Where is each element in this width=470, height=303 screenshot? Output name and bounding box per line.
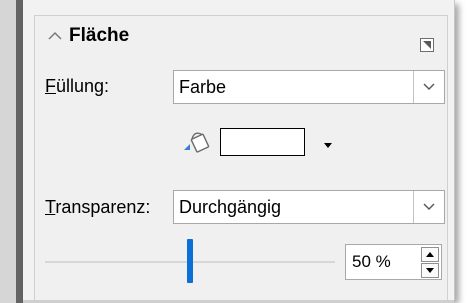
window-left-border [0, 0, 16, 303]
dropdown-triangle-icon[interactable] [324, 143, 332, 148]
sidebar-splitter[interactable] [16, 0, 23, 303]
properties-panel: Fläche Füllung: Farbe Transparenz: Durch… [23, 0, 455, 301]
chevron-down-icon[interactable] [413, 71, 444, 103]
paint-bucket-icon[interactable] [182, 126, 212, 156]
transparency-spinner-value: 50 % [352, 252, 391, 271]
area-section: Fläche Füllung: Farbe Transparenz: Durch… [34, 15, 448, 301]
chevron-down-icon[interactable] [413, 191, 444, 223]
transparency-dropdown[interactable]: Durchgängig [173, 190, 445, 224]
chevron-up-icon[interactable] [47, 28, 63, 44]
transparency-label: Transparenz: [45, 197, 151, 217]
spin-down-icon[interactable] [421, 263, 439, 278]
spin-up-icon[interactable] [421, 247, 439, 262]
fill-type-dropdown[interactable]: Farbe [173, 70, 445, 104]
section-header[interactable]: Fläche [47, 22, 129, 50]
section-title: Fläche [69, 25, 130, 46]
panel-options-icon[interactable] [420, 38, 434, 52]
fill-type-value: Farbe [179, 77, 227, 97]
sidebar-panel-frame: Fläche Füllung: Farbe Transparenz: Durch… [0, 0, 470, 303]
transparency-value: Durchgängig [179, 197, 282, 217]
fill-label: Füllung: [45, 76, 110, 96]
fill-color-swatch[interactable] [220, 128, 305, 156]
transparency-spinner[interactable]: 50 % [345, 244, 442, 280]
transparency-slider-thumb[interactable] [187, 239, 193, 283]
